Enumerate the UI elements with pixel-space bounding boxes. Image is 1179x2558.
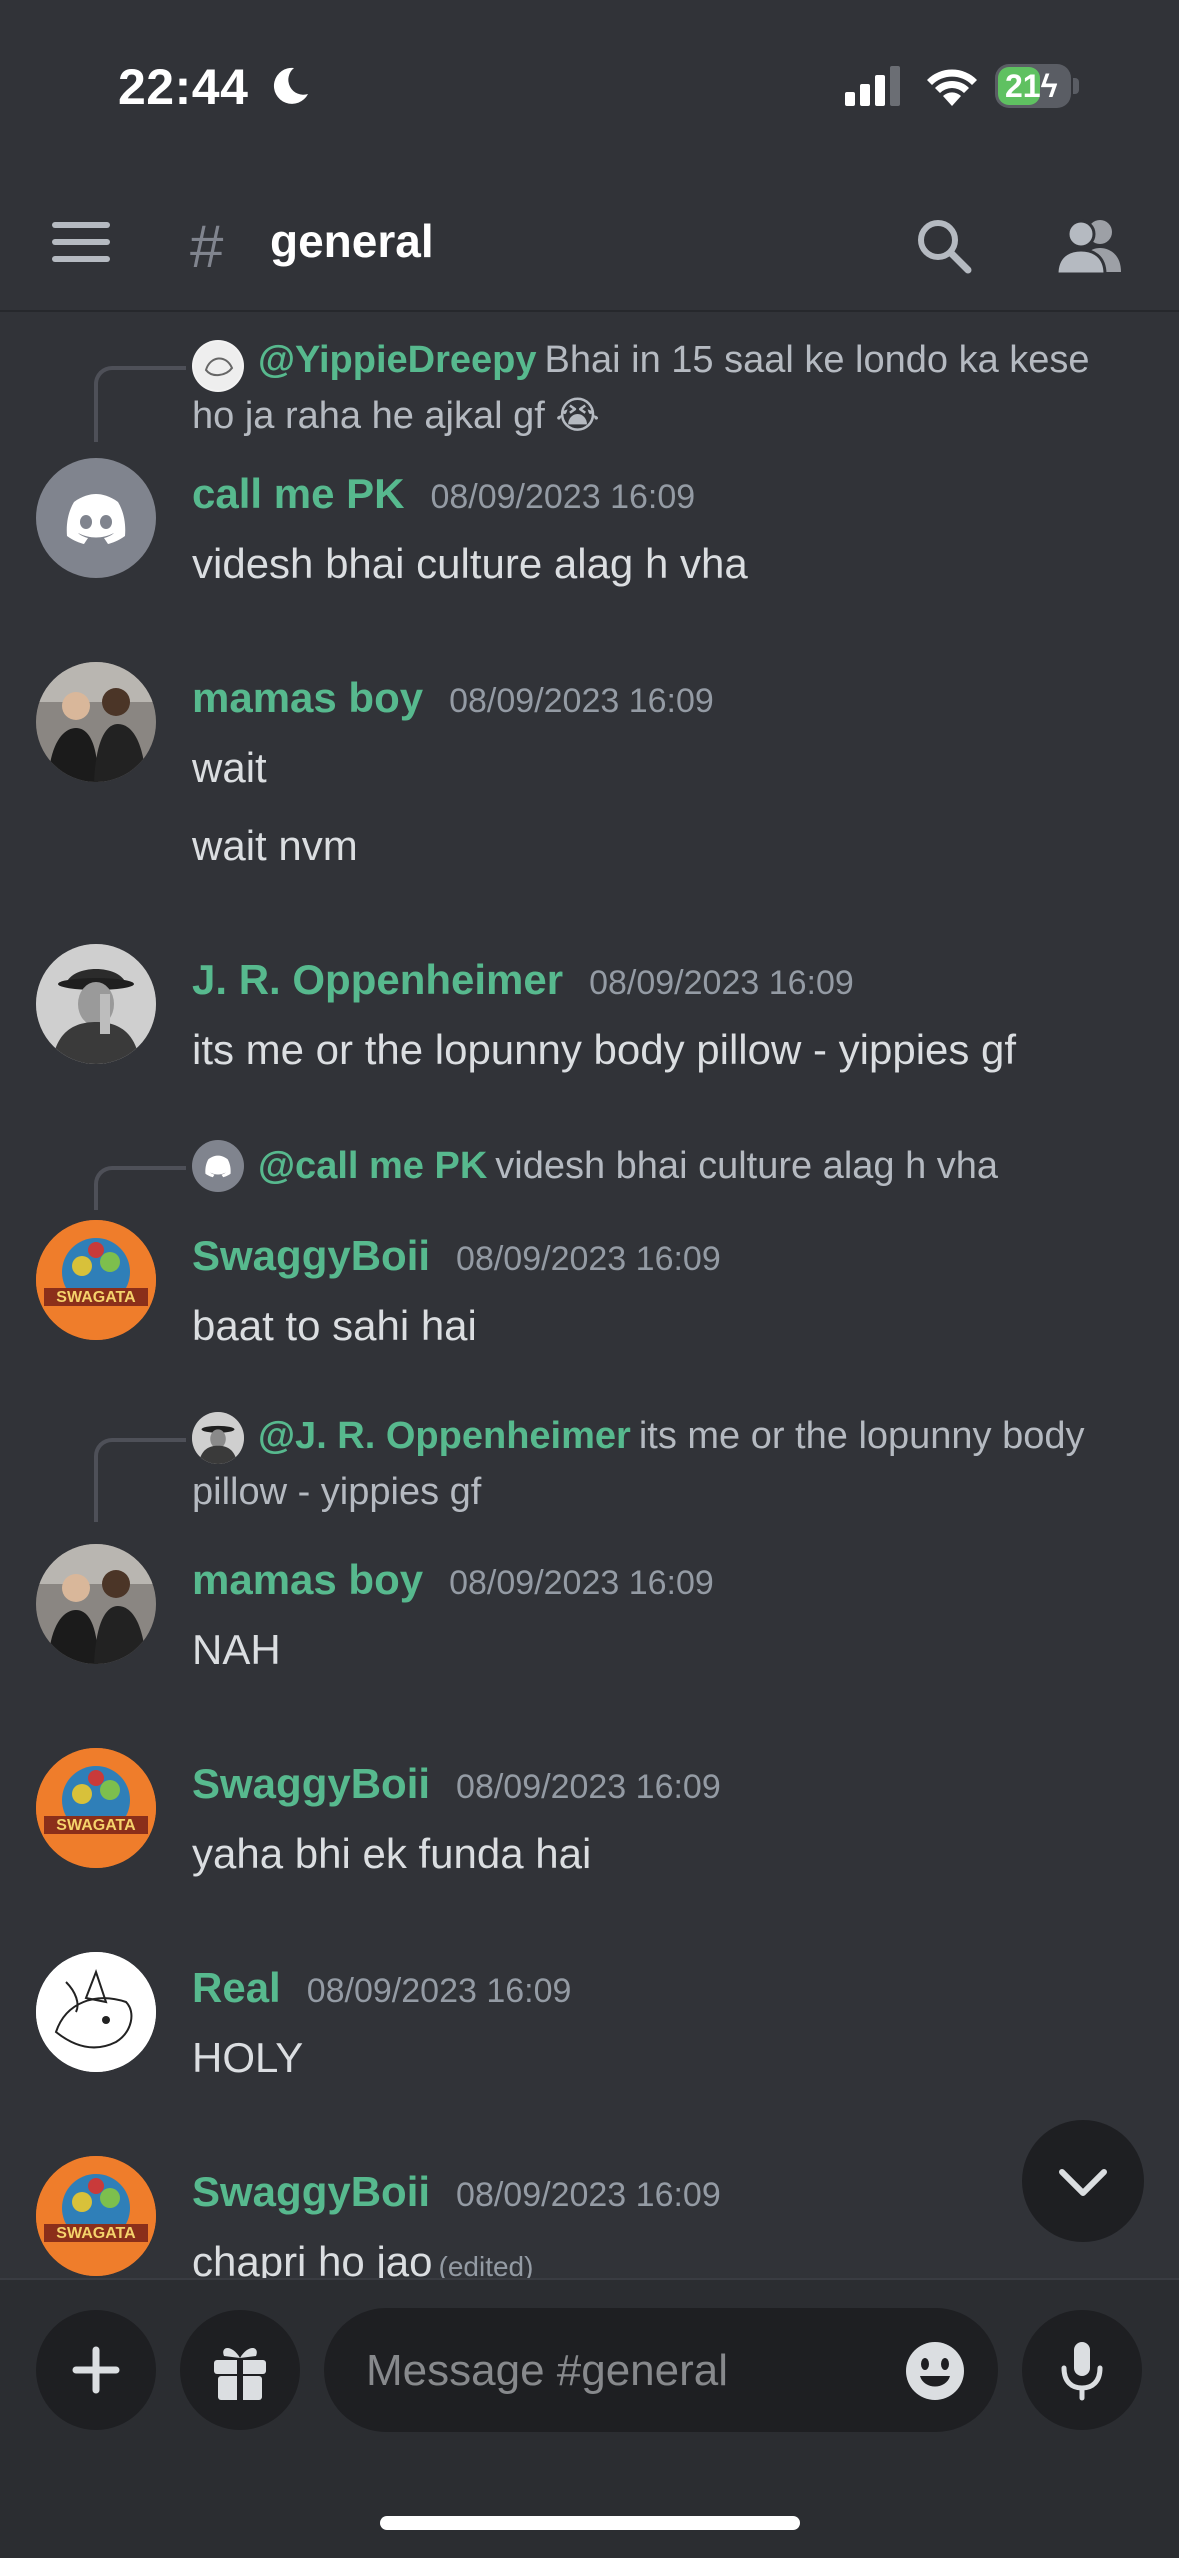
reply-text: videsh bhai culture alag h vha <box>495 1145 999 1187</box>
message-timestamp: 08/09/2023 16:09 <box>430 478 696 516</box>
avatar[interactable] <box>36 1544 156 1664</box>
avatar[interactable]: SWAGATA <box>36 1220 156 1340</box>
avatar[interactable] <box>36 458 156 578</box>
message-text: NAH <box>192 1626 281 1673</box>
message-timestamp: 08/09/2023 16:09 <box>456 1240 721 1278</box>
home-indicator[interactable] <box>380 2516 800 2530</box>
reply-author[interactable]: @call me PK <box>258 1145 487 1187</box>
avatar[interactable]: SWAGATA <box>36 1748 156 1868</box>
message-timestamp: 08/09/2023 16:09 <box>449 682 714 720</box>
emoji-icon[interactable] <box>904 2340 966 2402</box>
message-author[interactable]: mamas boy <box>192 674 423 721</box>
gift-icon <box>214 2348 266 2400</box>
avatar[interactable] <box>36 662 156 782</box>
message-text: videsh bhai culture alag h vha <box>192 540 748 587</box>
wifi-icon <box>927 69 977 106</box>
message-author[interactable]: J. R. Oppenheimer <box>192 956 563 1003</box>
message-text: HOLY <box>192 2034 304 2081</box>
channel-header: # general <box>0 170 1179 312</box>
edited-label: (edited) <box>438 2251 534 2278</box>
search-icon[interactable] <box>914 216 974 276</box>
message-author[interactable]: Real <box>192 1964 281 2011</box>
charging-bolt-icon: ϟ <box>1040 68 1058 104</box>
gift-button[interactable] <box>180 2310 300 2430</box>
message-text: yaha bhi ek funda hai <box>192 1830 592 1877</box>
status-bar: 22:44 21ϟ <box>0 0 1179 170</box>
message-input-placeholder: Message #general <box>366 2346 729 2395</box>
message-author[interactable]: SwaggyBoii <box>192 1232 430 1279</box>
avatar[interactable]: SWAGATA <box>36 2156 156 2276</box>
message-text: wait <box>192 744 267 791</box>
menu-icon[interactable] <box>52 222 114 262</box>
svg-text:SWAGATA: SWAGATA <box>56 1817 136 1834</box>
message-text: baat to sahi hai <box>192 1302 477 1349</box>
chevron-down-icon <box>1059 2169 1107 2196</box>
jump-to-bottom-button[interactable] <box>1022 2120 1144 2242</box>
message-timestamp: 08/09/2023 16:09 <box>589 964 854 1002</box>
message-author[interactable]: SwaggyBoii <box>192 1760 430 1807</box>
plus-icon <box>72 2346 120 2394</box>
message-timestamp: 08/09/2023 16:09 <box>306 1972 572 2010</box>
cellular-signal-icon <box>845 66 900 106</box>
channel-hash-icon: # <box>190 213 224 280</box>
message-composer: Message #general <box>0 2278 1179 2558</box>
channel-title[interactable]: general <box>270 214 434 268</box>
avatar[interactable] <box>36 944 156 1064</box>
message-timestamp: 08/09/2023 16:09 <box>456 2176 721 2214</box>
members-icon[interactable] <box>1055 216 1125 276</box>
message-author[interactable]: call me PK <box>192 470 404 517</box>
voice-message-button[interactable] <box>1022 2310 1142 2430</box>
reply-author[interactable]: @YippieDreepy <box>258 339 537 381</box>
message-author[interactable]: SwaggyBoii <box>192 2168 430 2215</box>
svg-text:SWAGATA: SWAGATA <box>56 2225 136 2242</box>
message-timestamp: 08/09/2023 16:09 <box>449 1564 714 1602</box>
message-list[interactable]: @YippieDreepy Bhai in 15 saal ke londo ka… <box>0 312 1179 2278</box>
status-time: 22:44 <box>118 59 249 115</box>
message-input[interactable]: Message #general <box>324 2308 998 2432</box>
add-attachment-button[interactable] <box>36 2310 156 2430</box>
microphone-icon <box>1061 2342 1103 2401</box>
discord-logo-icon <box>66 494 126 544</box>
message-timestamp: 08/09/2023 16:09 <box>456 1768 721 1806</box>
message-text: wait nvm <box>192 822 358 869</box>
svg-text:SWAGATA: SWAGATA <box>56 1289 136 1306</box>
reply-author[interactable]: @J. R. Oppenheimer <box>258 1415 631 1457</box>
battery-percent: 21 <box>1005 68 1041 104</box>
avatar[interactable] <box>36 1952 156 2072</box>
moon-icon <box>273 67 308 104</box>
battery-indicator: 21ϟ <box>995 64 1079 108</box>
message-text: its me or the lopunny body pillow - yipp… <box>192 1026 1017 1073</box>
message-author[interactable]: mamas boy <box>192 1556 423 1603</box>
message-text: chapri ho jao <box>192 2238 433 2278</box>
